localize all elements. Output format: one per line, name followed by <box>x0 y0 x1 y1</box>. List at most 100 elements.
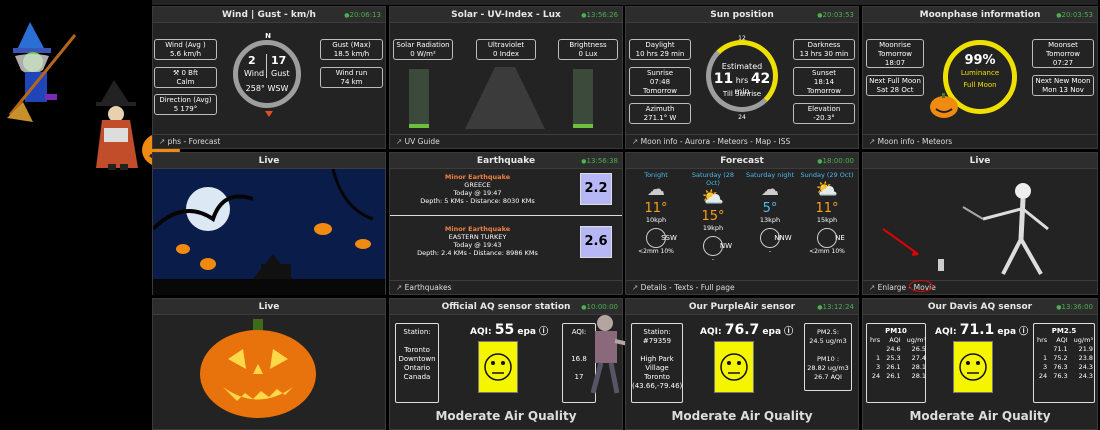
table-row: 71.1 21.9 <box>1053 345 1094 353</box>
forecast-details-link[interactable]: Details - Texts - Full page <box>626 280 858 294</box>
windrun-box: Wind run 74 km <box>320 67 383 88</box>
forecast-column: Tonight ☁ 11° 10kph SSW <2mm 10% <box>628 171 684 255</box>
next-new-moon-box: Next New Moon Mon 13 Nov <box>1032 75 1094 96</box>
forecast-rain: - <box>768 248 772 255</box>
station-box: Station: #79359 High Park Village Toronto (43… <box>631 323 683 403</box>
forecast-dir: NNW <box>774 234 792 242</box>
forecast-column: Saturday night ☁ 5° 13kph NNW - <box>742 171 798 255</box>
neutral-face-icon <box>484 353 512 381</box>
purpleair-panel: Our PurpleAir sensor13:12:24 Station:#79… <box>625 298 859 430</box>
moon-phase-name: Full Moon <box>963 81 997 89</box>
bft-box: ⚒ 0 Bft Calm <box>154 67 217 88</box>
uv-box: Ultraviolet 0 Index <box>476 39 536 60</box>
forecast-column: Saturday (28 Oct) ⛅ 15° 19kph NW - <box>685 171 741 263</box>
brightness-bar <box>573 69 593 127</box>
moonset-box: Moonset Tomorrow 07:27 <box>1032 39 1094 68</box>
sun-panel: Sun position20:03:53 Daylight10 hrs 29 m… <box>625 6 859 149</box>
table-row: 1 25.3 27.4 <box>876 354 927 362</box>
elevation-box: Elevation -20.3° <box>793 103 855 124</box>
gust-box: Gust (Max) 18.5 km/h <box>320 39 383 60</box>
forecast-rain: - <box>711 256 715 263</box>
uv-guide-link[interactable]: UV Guide <box>390 134 622 148</box>
forecast-day: Saturday (28 Oct) <box>691 171 735 187</box>
next-full-moon-box: Next Full Moon Sat 28 Oct <box>866 75 924 96</box>
pm25-table-box: PM2.5 hrs AQI ug/m³ 71.1 21.9 1 75.2 23.8 3 76.3 2… <box>1033 323 1095 403</box>
forecast-wind: 19kph <box>702 224 724 232</box>
moon-panel: Moonphase information20:03:53 MoonriseTo… <box>862 6 1098 149</box>
weather-icon: ☁ <box>761 179 779 200</box>
table-row: 24.6 26.5 <box>886 345 927 353</box>
enlarge-movie-link[interactable]: Enlarge - Movie <box>863 280 1097 294</box>
forecast-dir: NW <box>719 242 733 250</box>
forecast-dir: SSW <box>661 234 677 242</box>
magnitude-badge: 2.2 <box>580 173 612 205</box>
aq-title: Our Davis AQ sensor <box>927 302 1033 312</box>
wind-footer-link[interactable]: phs - Forecast <box>153 134 385 148</box>
forecast-rain: <2mm 10% <box>638 248 674 255</box>
station-box: Station: Toronto Downtown Ontario Canada <box>395 323 439 403</box>
official-aq-panel: Official AQ sensor station10:00:00 Stati… <box>389 298 634 430</box>
table-row: 1 75.2 23.8 <box>1043 354 1094 362</box>
forecast-temp: 5° <box>762 201 778 216</box>
solar-panel: Solar - UV-Index - Lux13:56:26 Solar Rad… <box>389 6 623 149</box>
wind-label: Wind <box>244 69 265 78</box>
moon-info-links[interactable]: Moon info - Aurora - Meteors - Map - ISS <box>626 134 858 148</box>
forecast-temp: 11° <box>644 201 668 216</box>
forecast-day: Saturday night <box>745 171 795 179</box>
sunrise-box: Sunrise 07:48 Tomorrow <box>629 67 691 96</box>
wind-arrow-icon <box>265 111 273 117</box>
forecast-day: Tonight <box>644 171 668 179</box>
live-panel-2: Live Enlarge - Movie <box>862 152 1098 295</box>
air-quality-label: Moderate Air Quality <box>909 409 1051 423</box>
sun-title: Sun position <box>710 10 774 20</box>
table-row: 24 26.1 28.1 <box>871 372 927 380</box>
sunset-box: Sunset 18:14 Tomorrow <box>793 67 855 96</box>
skeleton-image <box>882 183 1049 275</box>
table-row: 3 76.3 24.3 <box>1043 363 1094 371</box>
weather-icon: ⛅ <box>815 179 839 200</box>
moon-info-meteors-link[interactable]: Moon info - Meteors <box>863 134 1097 148</box>
live-panel-1: Live <box>152 152 386 295</box>
wind-value: 2 <box>248 54 256 67</box>
forecast-wind: 15kph <box>816 216 838 224</box>
daylight-box: Daylight 10 hrs 29 min <box>629 39 691 60</box>
info-icon: ⓘ <box>1019 327 1029 337</box>
gust-label: Gust <box>271 69 290 78</box>
air-quality-label: Moderate Air Quality <box>435 409 577 423</box>
forecast-temp: 11° <box>815 201 839 216</box>
solar-radiation-box: Solar Radiation 0 W/m² <box>393 39 453 60</box>
info-icon: ⓘ <box>784 327 794 337</box>
highlight-circle <box>909 280 933 292</box>
neutral-face-icon <box>720 353 748 381</box>
info-icon: ⓘ <box>539 327 549 337</box>
azimuth-box: Azimuth 271.1° W <box>629 103 691 124</box>
forecast-column: Sunday (29 Oct) ⛅ 11° 15kph NE <2mm 10% <box>799 171 855 255</box>
forecast-wind: 13kph <box>759 216 781 224</box>
top-strip <box>152 0 1098 5</box>
aq-title: Official AQ sensor station <box>441 302 571 312</box>
moon-percent: 99% <box>964 53 996 68</box>
air-quality-label: Moderate Air Quality <box>671 409 813 423</box>
forecast-wind: 10kph <box>645 216 667 224</box>
earthquake-title: Earthquake <box>476 156 536 166</box>
davis-aq-panel: Our Davis AQ sensor13:36:00 PM10 hrsAQIu… <box>862 298 1098 430</box>
forecast-temp: 15° <box>701 209 725 224</box>
gust-value: 17 <box>271 54 287 67</box>
wind-avg-box: Wind (Avg ) 5.6 km/h <box>154 39 217 60</box>
beaufort-icon: ⚒ <box>172 69 180 77</box>
pm10-table-box: PM10 hrs AQI ug/m³ 24.6 26.5 1 25.3 27.4 3 26.1 28… <box>866 323 926 403</box>
solar-bar <box>409 69 429 127</box>
moon-title: Moonphase information <box>919 10 1041 20</box>
darkness-box: Darkness 13 hrs 30 min <box>793 39 855 60</box>
wind-title: Wind | Gust - km/h <box>222 10 316 20</box>
aq-title: Our PurpleAir sensor <box>688 302 796 312</box>
neutral-face-icon <box>959 353 987 381</box>
earthquake-panel: Earthquake13:56:38 Minor EarthquakeGREEC… <box>389 152 623 295</box>
halloween-live-image <box>153 169 385 295</box>
witch-broom-icon <box>7 22 77 122</box>
live-panel-3: Live <box>152 298 386 430</box>
forecast-dir: NE <box>835 234 845 242</box>
wind-direction-deg: 258° WSW <box>245 84 289 93</box>
earthquakes-link[interactable]: Earthquakes <box>390 280 622 294</box>
brightness-box: Brightness 0 Lux <box>558 39 618 60</box>
